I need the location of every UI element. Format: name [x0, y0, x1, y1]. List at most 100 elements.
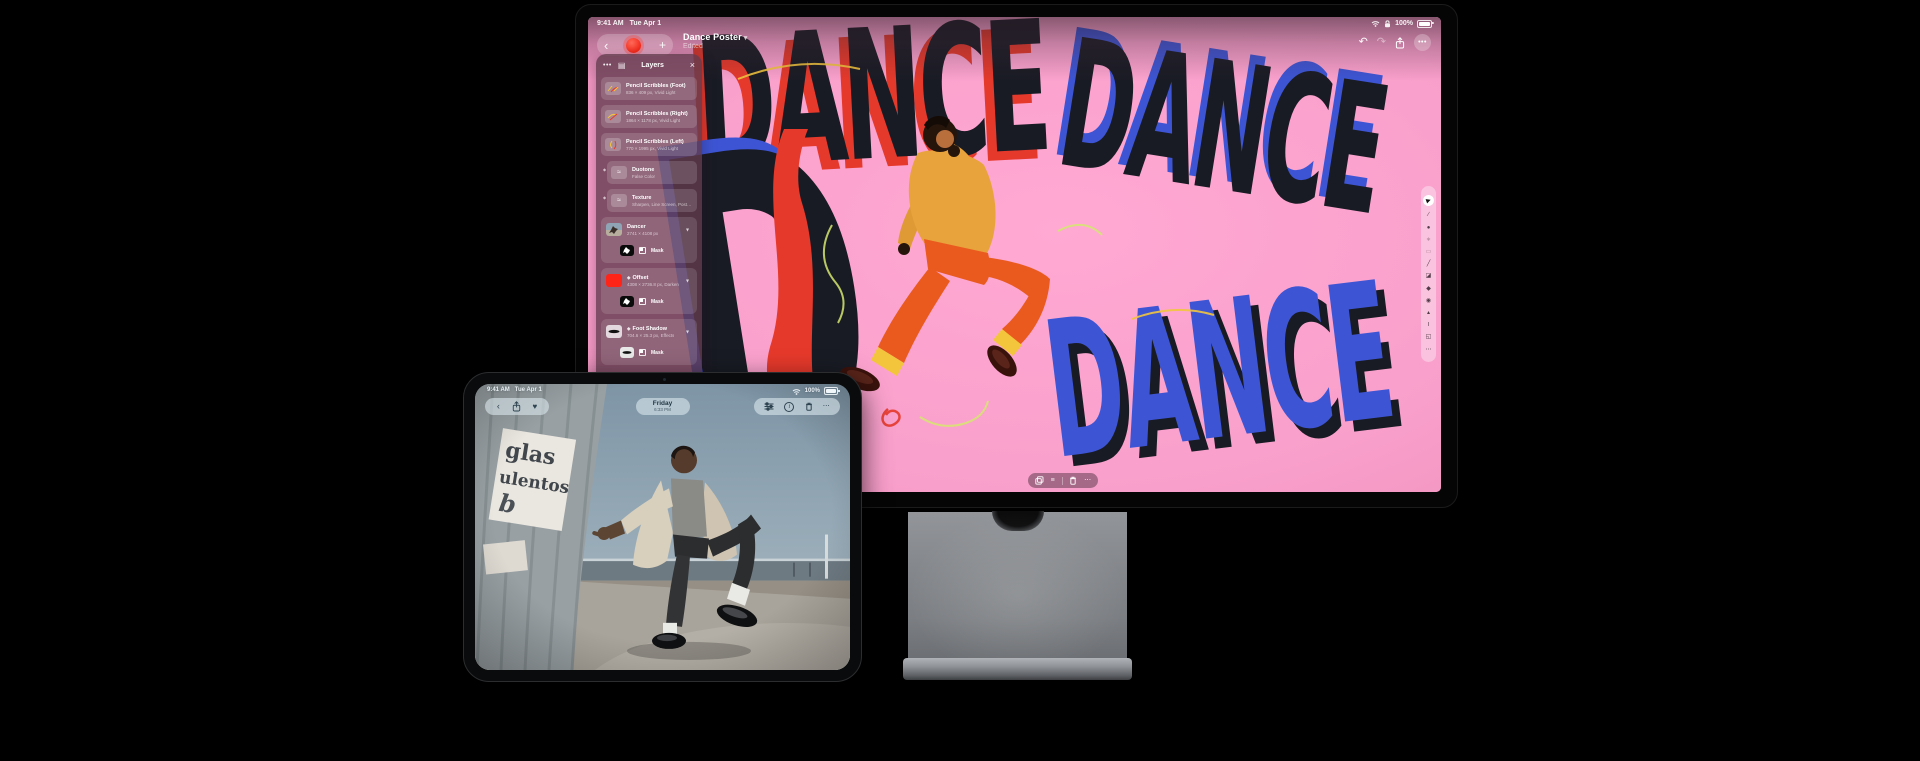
photo-date-pill[interactable]: Friday 6:33 PM	[636, 398, 690, 415]
adjustment-thumbnail: ≈	[611, 166, 627, 179]
chevron-down-icon[interactable]: ▾	[686, 328, 689, 335]
info-button[interactable]: i	[784, 402, 794, 412]
layers-list: Pencil Scribbles (Foot)836 × 409 px, Viv…	[596, 73, 702, 374]
display-stand-base	[903, 658, 1132, 680]
arrange-button[interactable]: ≡	[1051, 477, 1055, 484]
divider	[1062, 477, 1063, 485]
back-button[interactable]: ‹	[497, 402, 500, 411]
favorite-button[interactable]: ♥	[532, 403, 537, 411]
mask-row-dancer[interactable]: Mask	[619, 241, 693, 260]
delete-button[interactable]	[1069, 476, 1077, 485]
layers-panel-title: Layers	[621, 62, 683, 69]
layer-row-dancer[interactable]: Dancer2741 × 4108 px ▾	[605, 220, 693, 239]
front-camera	[663, 378, 666, 381]
wifi-icon	[1371, 20, 1380, 27]
pencil-tool[interactable]: ◆	[1426, 286, 1431, 292]
marquee-tool[interactable]: ▭	[1426, 249, 1432, 255]
layer-row-pencil-scribbles-right[interactable]: Pencil Scribbles (Right)1864 × 1178 px, …	[601, 105, 697, 128]
document-title: Dance Poster	[683, 32, 742, 42]
battery-icon	[1417, 20, 1432, 28]
toolbar-actions: ↶ ↷ •••	[1359, 34, 1431, 51]
mask-row-offset[interactable]: Mask	[619, 292, 693, 311]
tool-strip: ▶ ∕ ● ∗ ▭ ╱ ◪ ◆ ◉ ▴ T ◱ ⋯	[1421, 186, 1436, 362]
layer-row-offset[interactable]: ◆Offset 4308 × 2736.8 px, Darken ▾	[605, 271, 693, 290]
title-chevron-icon: ▾	[744, 35, 748, 42]
poster-word-dance-3: DANCE DANCE	[1035, 241, 1412, 492]
layer-row-foot-shadow[interactable]: ◆Foot Shadow 704.6 × 25.3 px, Effects ▾	[605, 322, 693, 341]
paint-tool[interactable]: ●	[1427, 225, 1431, 231]
battery-icon	[824, 387, 838, 395]
chevron-down-icon[interactable]: ▾	[686, 226, 689, 233]
adjustment-badge-icon: ◆	[603, 195, 606, 200]
status-date: Tue Apr 1	[515, 387, 542, 393]
arrange-tool[interactable]: ∕	[1428, 212, 1429, 218]
clip-badge-icon: ◆	[627, 326, 630, 332]
layer-row-duotone[interactable]: ◆ ≈ DuotoneFalse Color	[607, 161, 697, 184]
eraser-tool[interactable]: ◪	[1426, 273, 1432, 279]
canvas-action-bar: ≡ ⋯	[1028, 473, 1098, 488]
status-time: 9:41 AM	[487, 387, 510, 393]
mask-badge-icon	[639, 349, 646, 356]
ipad-screen: glas ulentos b	[475, 384, 850, 670]
duplicate-button[interactable]	[1035, 476, 1044, 485]
mask-badge-icon	[639, 298, 646, 305]
layer-group-dancer: Dancer2741 × 4108 px ▾ Mask	[601, 217, 697, 263]
battery-percent: 100%	[805, 388, 820, 394]
redo-button[interactable]: ↷	[1377, 37, 1386, 48]
back-button[interactable]: ‹	[604, 39, 608, 52]
close-icon[interactable]: ×	[690, 60, 695, 70]
mask-thumbnail	[620, 296, 634, 307]
photos-toolbar: ‹ ♥ Friday 6:33 PM i	[475, 398, 850, 416]
app-toolbar: ‹ + Dance Poster▾ Edited ↶ ↷ •••	[588, 31, 1441, 59]
mask-thumbnail	[620, 245, 634, 256]
layer-thumbnail	[605, 138, 621, 151]
line-tool[interactable]: ╱	[1427, 261, 1431, 267]
more-button[interactable]: •••	[1414, 34, 1431, 51]
adjust-sliders-button[interactable]	[764, 402, 774, 411]
navigation-pill: ‹ +	[597, 34, 673, 56]
ipad: glas ulentos b	[463, 372, 862, 682]
ipados-statusbar: 9:41 AM Tue Apr 1 100%	[588, 18, 1441, 29]
layer-thumbnail	[605, 110, 621, 123]
share-button[interactable]	[512, 401, 521, 412]
more-tools-button[interactable]: ⋯	[1426, 347, 1432, 353]
text-tool[interactable]: T	[1427, 322, 1431, 328]
undo-button[interactable]: ↶	[1359, 37, 1368, 48]
color-tool[interactable]: ◉	[1426, 298, 1431, 304]
document-title-block[interactable]: Dance Poster▾ Edited	[683, 32, 747, 50]
crop-tool[interactable]: ◱	[1426, 334, 1432, 340]
more-actions-button[interactable]: ⋯	[1084, 477, 1091, 484]
share-button[interactable]	[1395, 37, 1405, 49]
magic-wand-tool[interactable]: ∗	[1426, 237, 1431, 243]
scene: DANCE DANCE DANCE DANCE D	[0, 0, 1920, 761]
layers-stack-icon: ▤	[618, 61, 626, 70]
add-button[interactable]: +	[659, 39, 666, 51]
photos-nav-pill: ‹ ♥	[485, 398, 549, 415]
dancer-photo[interactable]: glas ulentos b	[475, 384, 850, 670]
fisheye-vignette	[475, 384, 850, 670]
chevron-down-icon[interactable]: ▾	[686, 277, 689, 284]
layer-row-texture[interactable]: ◆ ≈ TextureSharpen, Line Screen, Post…	[607, 189, 697, 212]
delete-button[interactable]	[805, 402, 813, 411]
photos-action-pill: i ⋯	[754, 398, 840, 415]
layer-thumbnail	[606, 274, 622, 287]
pen-tool[interactable]: ▴	[1427, 310, 1430, 316]
adjustment-badge-icon: ◆	[603, 167, 606, 172]
panel-more-button[interactable]: •••	[603, 62, 612, 69]
layer-thumbnail	[605, 82, 621, 95]
layer-group-foot-shadow: ◆Foot Shadow 704.6 × 25.3 px, Effects ▾ …	[601, 319, 697, 365]
mask-row-foot-shadow[interactable]: Mask	[619, 343, 693, 362]
layer-row-pencil-scribbles-left[interactable]: Pencil Scribbles (Left)770 × 1995 px, Vi…	[601, 133, 697, 156]
layer-row-pencil-scribbles-foot[interactable]: Pencil Scribbles (Foot)836 × 409 px, Viv…	[601, 77, 697, 100]
battery-percent: 100%	[1395, 20, 1413, 27]
move-tool-selected[interactable]: ▶	[1421, 194, 1435, 208]
app-gallery-button[interactable]	[626, 38, 641, 53]
adjustment-thumbnail: ≈	[611, 194, 627, 207]
photo-time-label: 6:33 PM	[654, 408, 671, 413]
more-button[interactable]: ⋯	[823, 403, 830, 410]
status-date: Tue Apr 1	[630, 20, 662, 27]
layer-group-offset: ◆Offset 4308 × 2736.8 px, Darken ▾ Mask	[601, 268, 697, 314]
document-status: Edited	[683, 43, 747, 50]
dance-word: DANCE	[1035, 242, 1403, 492]
mask-badge-icon	[639, 247, 646, 254]
